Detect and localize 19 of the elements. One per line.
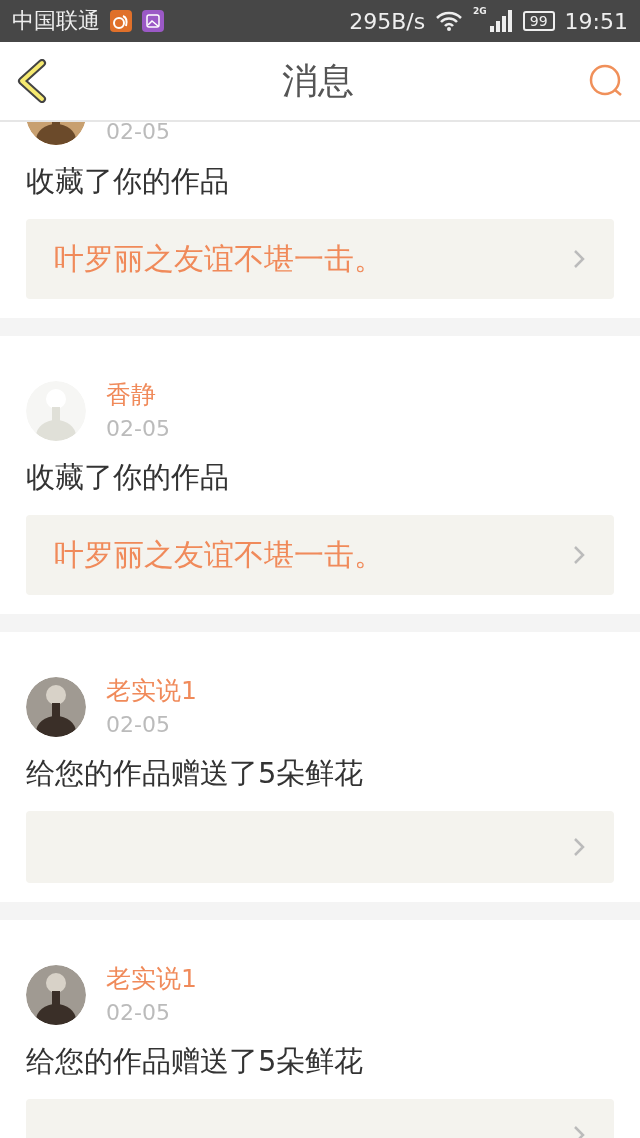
message-text: 给您的作品赠送了5朵鲜花 [26, 1043, 365, 1080]
message-text: 给您的作品赠送了5朵鲜花 [26, 755, 365, 792]
page-title: 消息 [282, 58, 354, 103]
network-type: 2G [473, 6, 487, 16]
user-name[interactable]: 老实说1 [106, 676, 197, 706]
work-link[interactable]: 叶罗丽之友谊不堪一击。 [26, 515, 614, 595]
message-text: 收藏了你的作品 [26, 459, 230, 496]
user-name[interactable]: 香静 [106, 380, 170, 410]
carrier-name: 中国联通 [12, 7, 100, 35]
work-link[interactable]: 叶罗丽之友谊不堪一击。 [26, 219, 614, 299]
message-text: 收藏了你的作品 [26, 163, 230, 200]
message-date: 02-05 [106, 416, 170, 442]
clock: 19:51 [564, 8, 628, 34]
message-date: 02-05 [106, 1000, 171, 1026]
network-speed: 295B/s [349, 8, 426, 34]
message-date: 02-05 [106, 712, 171, 738]
message-date: 02-05 [106, 122, 170, 145]
user-name[interactable]: 老实说1 [106, 964, 197, 994]
battery-level: 99 [522, 11, 555, 31]
